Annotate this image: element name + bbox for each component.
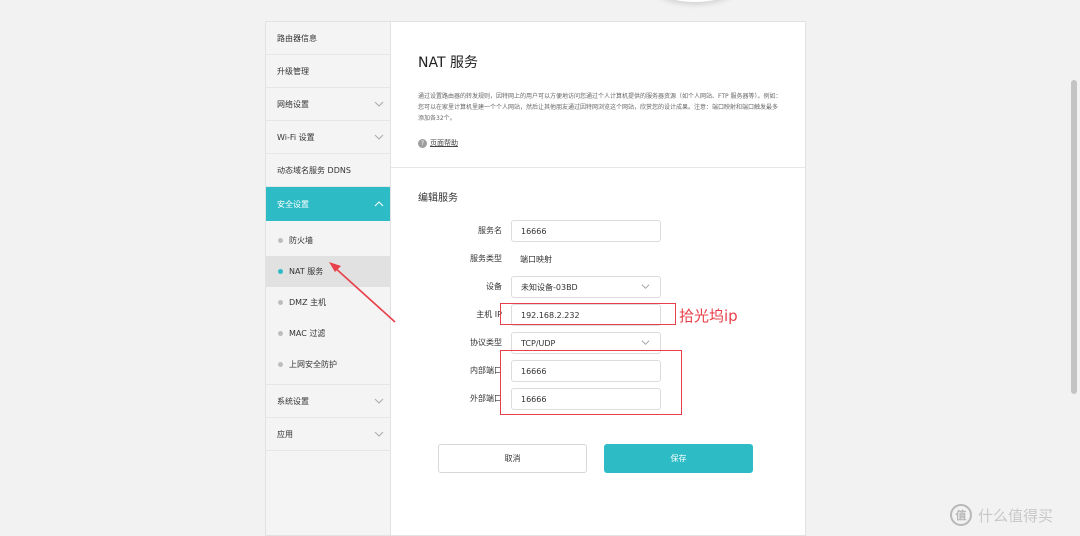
bullet-icon [278,362,283,367]
sidebar-subitem-label: DMZ 主机 [289,298,327,307]
watermark-text: 什么值得买 [978,506,1054,525]
sidebar-item-label: 动态域名服务 DDNS [277,165,351,175]
device-select[interactable]: 未知设备-03BD [511,276,661,298]
internal-port-label: 内部端口 [470,366,502,375]
chevron-down-icon [374,99,384,109]
cancel-button[interactable]: 取消 [438,444,587,473]
sidebar-subitem-label: MAC 过滤 [289,329,326,338]
bullet-icon [278,331,283,336]
chevron-down-icon [374,429,384,439]
header-section: NAT 服务 通过设置路由器的转发规则，因特网上的用户可以方便地访问您通过个人计… [391,22,805,168]
save-button[interactable]: 保存 [604,444,753,473]
service-name-input[interactable]: 16666 [511,220,661,242]
chevron-down-icon [374,132,384,142]
sidebar-item-label: 应用 [277,429,293,439]
host-ip-label: 主机 IP [476,310,502,319]
scrollbar[interactable] [1071,80,1077,394]
device-label: 设备 [486,282,502,291]
sidebar-item-apps[interactable]: 应用 [266,418,390,451]
chevron-down-icon [641,282,651,292]
form-row-service-type: 服务类型 端口映射 [391,248,807,270]
sidebar-subitem-label: 上网安全防护 [289,360,337,369]
service-type-label: 服务类型 [470,254,502,263]
sidebar-subitem-label: 防火墙 [289,236,313,245]
form-row-device: 设备 未知设备-03BD [391,276,807,298]
service-type-value: 端口映射 [520,254,552,264]
help-link[interactable]: ? 页面帮助 [418,138,805,148]
sidebar-item-wifi[interactable]: Wi-Fi 设置 [266,121,390,154]
help-link-label: 页面帮助 [430,139,458,147]
sidebar-item-upgrade[interactable]: 升级管理 [266,55,390,88]
chevron-down-icon [374,396,384,406]
page-description: 通过设置路由器的转发规则，因特网上的用户可以方便地访问您通过个人计算机提供的服务… [418,93,782,122]
sidebar-item-label: 安全设置 [277,199,309,209]
sidebar-item-label: 系统设置 [277,396,309,406]
service-name-value: 16666 [521,226,547,236]
annotation-label: 拾光坞ip [679,307,738,325]
bullet-icon [278,238,283,243]
bullet-icon [278,269,283,274]
bullet-icon [278,300,283,305]
sidebar-item-system[interactable]: 系统设置 [266,385,390,418]
sidebar-item-label: 路由器信息 [277,33,317,43]
annotation-box-host-ip [500,303,676,325]
page-title: NAT 服务 [418,55,478,71]
sidebar-item-label: 升级管理 [277,66,309,76]
help-icon: ? [418,138,427,148]
sidebar-subitem-firewall[interactable]: 防火墙 [266,225,390,256]
watermark-badge: 值 [950,504,972,526]
annotation-box-ports [500,350,682,415]
service-name-label: 服务名 [478,226,502,235]
sidebar-item-network[interactable]: 网络设置 [266,88,390,121]
section-title: 编辑服务 [418,193,458,204]
external-port-label: 外部端口 [470,394,502,403]
sidebar-subitem-label: NAT 服务 [289,267,324,276]
service-type-value-field: 端口映射 [511,248,661,270]
sidebar-item-ddns[interactable]: 动态域名服务 DDNS [266,154,390,187]
device-value: 未知设备-03BD [521,282,578,292]
annotation-arrow-icon [329,262,396,323]
main-panel: NAT 服务 通过设置路由器的转发规则，因特网上的用户可以方便地访问您通过个人计… [390,21,806,536]
sidebar-item-security[interactable]: 安全设置 [266,187,390,221]
sidebar-item-router-info[interactable]: 路由器信息 [266,22,390,55]
sidebar-item-label: Wi-Fi 设置 [277,132,315,142]
protocol-value: TCP/UDP [521,338,556,348]
protocol-label: 协议类型 [470,338,502,347]
chevron-up-icon [374,199,384,209]
sidebar-subitem-security-protection[interactable]: 上网安全防护 [266,349,390,380]
watermark: 值 什么值得买 [950,502,1074,528]
chevron-down-icon [641,338,651,348]
top-decoration [650,0,740,2]
sidebar-item-label: 网络设置 [277,99,309,109]
form-row-service-name: 服务名 16666 [391,220,807,242]
